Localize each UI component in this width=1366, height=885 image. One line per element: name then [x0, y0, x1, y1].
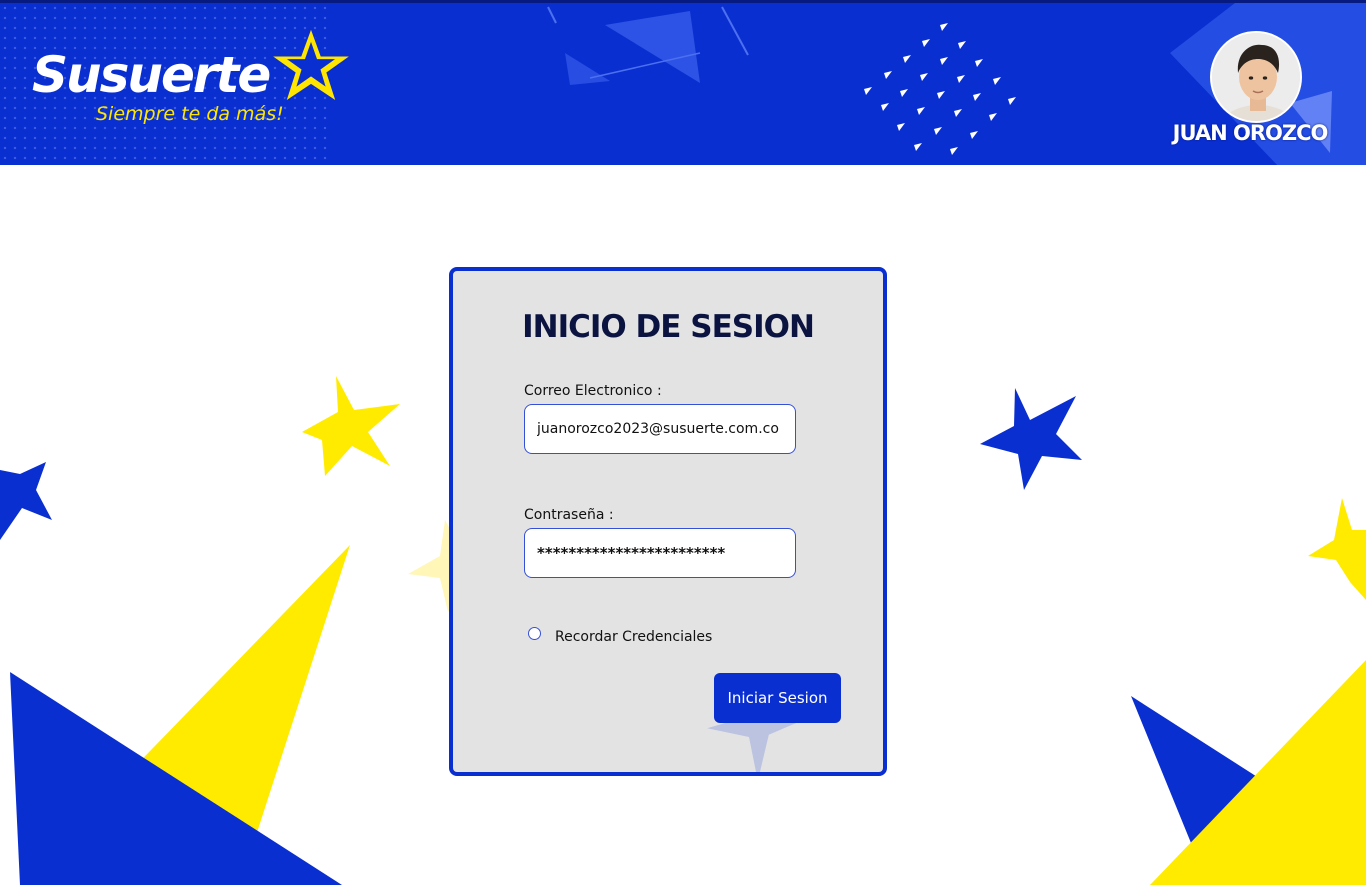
login-card: INICIO DE SESION Correo Electronico : Co… — [449, 267, 887, 776]
password-field[interactable] — [524, 528, 796, 578]
blue-star-left — [0, 462, 52, 540]
remember-label: Recordar Credenciales — [555, 629, 713, 645]
header-banner: Susuerte Siempre te da más! JUAN OROZCO — [0, 0, 1366, 165]
login-page: Susuerte Siempre te da más! JUAN OROZCO — [0, 0, 1366, 885]
login-title: INICIO DE SESION — [522, 309, 815, 345]
user-name: JUAN OROZCO — [1172, 121, 1329, 145]
email-label: Correo Electronico : — [524, 383, 662, 399]
yellow-star-right — [1308, 498, 1366, 600]
user-avatar-icon — [1212, 33, 1300, 121]
logo-wordmark: Susuerte — [32, 46, 271, 104]
blue-star-right — [980, 388, 1082, 490]
password-label: Contraseña : — [524, 507, 614, 523]
susuerte-logo: Susuerte Siempre te da más! — [30, 24, 360, 138]
remember-credentials[interactable]: Recordar Credenciales — [528, 626, 713, 645]
user-avatar[interactable] — [1210, 31, 1302, 123]
email-field[interactable] — [524, 404, 796, 454]
login-button[interactable]: Iniciar Sesion — [714, 673, 841, 723]
logo-tagline: Siempre te da más! — [96, 103, 284, 125]
yellow-star-left — [302, 376, 400, 476]
logo-star-icon — [268, 24, 354, 105]
remember-radio[interactable] — [528, 626, 541, 640]
